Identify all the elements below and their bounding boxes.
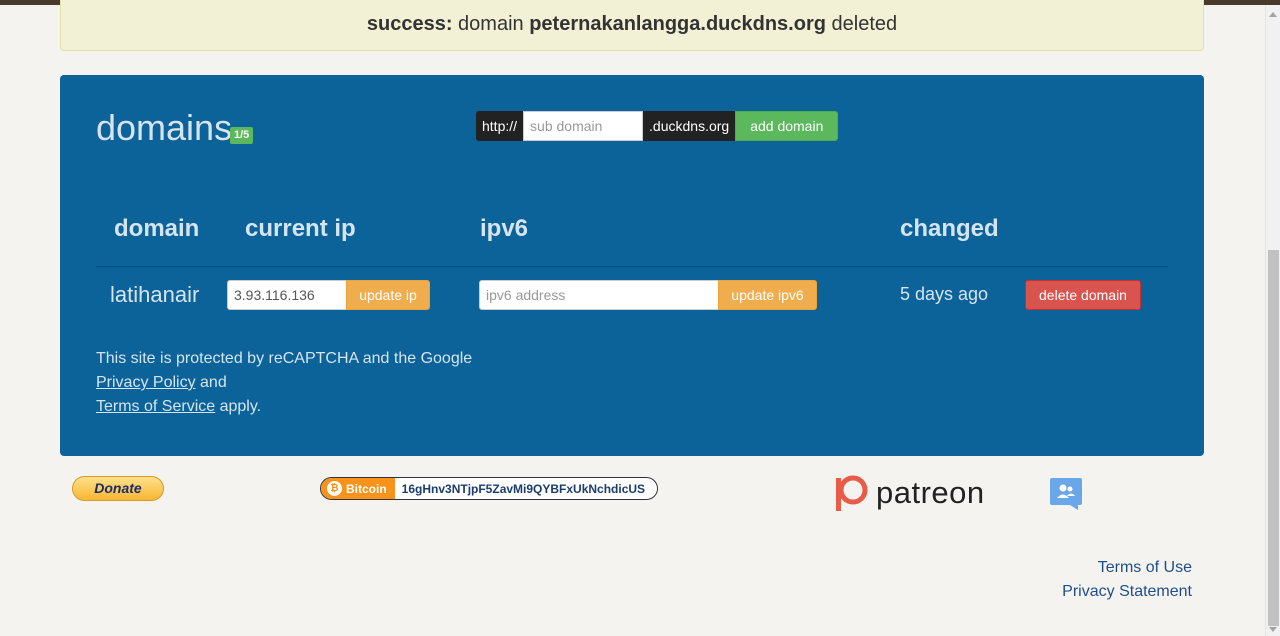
- page-scrollbar[interactable]: [1265, 5, 1280, 636]
- terms-of-service-link[interactable]: Terms of Service: [96, 398, 215, 415]
- bitcoin-icon: ₿: [327, 481, 342, 496]
- bitcoin-donate-button[interactable]: ₿ Bitcoin 16gHnv3NTjpF5ZavMi9QYBFxUkNchd…: [320, 477, 658, 500]
- alert-prefix: success:: [366, 13, 453, 35]
- recaptcha-apply: apply.: [215, 398, 262, 415]
- domain-name: latihanair: [110, 282, 200, 307]
- domains-panel: domains 1/5 http:// .duckdns.org add dom…: [60, 75, 1204, 456]
- page-title: domains: [96, 107, 233, 148]
- delete-domain-button[interactable]: delete domain: [1025, 280, 1141, 310]
- http-prefix: http://: [476, 111, 524, 141]
- duckdns-suffix: .duckdns.org: [643, 111, 736, 141]
- patreon-wordmark: patreon: [876, 475, 985, 510]
- patreon-link[interactable]: patreon: [834, 474, 985, 512]
- header-changed: changed: [900, 215, 999, 242]
- paypal-donate-button[interactable]: Donate: [72, 476, 164, 501]
- header-domain: domain: [114, 215, 200, 242]
- success-alert: success: domain peternakanlangga.duckdns…: [60, 0, 1204, 51]
- add-domain-form: http:// .duckdns.org add domain: [476, 111, 839, 141]
- bitcoin-badge: ₿ Bitcoin: [321, 478, 395, 499]
- recaptcha-text: This site is protected by reCAPTCHA and …: [96, 350, 473, 367]
- ipv6-input[interactable]: [479, 280, 719, 310]
- alert-text-before: domain: [452, 13, 530, 35]
- scroll-down-icon[interactable]: [1269, 627, 1277, 632]
- scroll-up-icon[interactable]: [1269, 12, 1277, 17]
- recaptcha-and: and: [195, 374, 227, 391]
- alert-domain: peternakanlangga.duckdns.org: [529, 13, 826, 35]
- table-divider: [96, 266, 1168, 267]
- alert-text-after: deleted: [825, 13, 898, 35]
- patreon-icon: [836, 475, 868, 511]
- privacy-policy-link[interactable]: Privacy Policy: [96, 374, 196, 391]
- header-current-ip: current ip: [245, 215, 356, 242]
- add-domain-button[interactable]: add domain: [735, 111, 839, 141]
- subdomain-input[interactable]: [523, 111, 644, 141]
- header-ipv6: ipv6: [480, 215, 529, 242]
- privacy-statement-link[interactable]: Privacy Statement: [1062, 583, 1192, 601]
- current-ip-input[interactable]: [227, 280, 347, 310]
- update-ipv6-button[interactable]: update ipv6: [718, 280, 817, 310]
- bitcoin-label: Bitcoin: [346, 481, 387, 496]
- recaptcha-notice: This site is protected by reCAPTCHA and …: [96, 347, 516, 419]
- update-ip-button[interactable]: update ip: [346, 280, 430, 310]
- bitcoin-address: 16gHnv3NTjpF5ZavMi9QYBFxUkNchdicUS: [401, 481, 646, 496]
- changed-value: 5 days ago: [900, 284, 989, 304]
- domain-count-badge: 1/5: [230, 127, 254, 144]
- contact-card-icon[interactable]: [1050, 478, 1082, 510]
- terms-of-use-link[interactable]: Terms of Use: [1098, 559, 1192, 577]
- scrollbar-thumb[interactable]: [1268, 250, 1279, 626]
